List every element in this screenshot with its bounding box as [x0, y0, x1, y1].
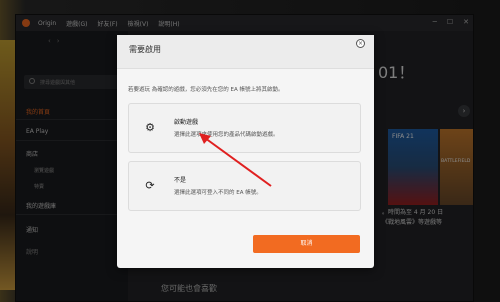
annotation-arrow-head: [199, 133, 211, 144]
switch-account-desc: 選擇此選項可登入不同的 EA 帳號。: [174, 190, 262, 196]
refresh-icon: ⟳: [145, 179, 155, 192]
dialog-title: 需要啟用: [129, 45, 161, 54]
dialog-header: 需要啟用 ×: [117, 35, 374, 69]
cancel-button[interactable]: 取消: [253, 235, 360, 253]
dialog-close-icon[interactable]: ×: [356, 39, 365, 48]
annotation-arrow: [199, 133, 272, 187]
annotation-arrow-line: [204, 137, 272, 187]
dialog-description: 若要遊玩 為確認的遊戲，您必須先在您的 EA 帳號上將其啟動。: [128, 87, 284, 93]
switch-account-title: 不是: [174, 177, 187, 184]
activate-game-title: 啟動遊戲: [174, 119, 199, 126]
gear-icon: ⚙: [145, 121, 155, 134]
